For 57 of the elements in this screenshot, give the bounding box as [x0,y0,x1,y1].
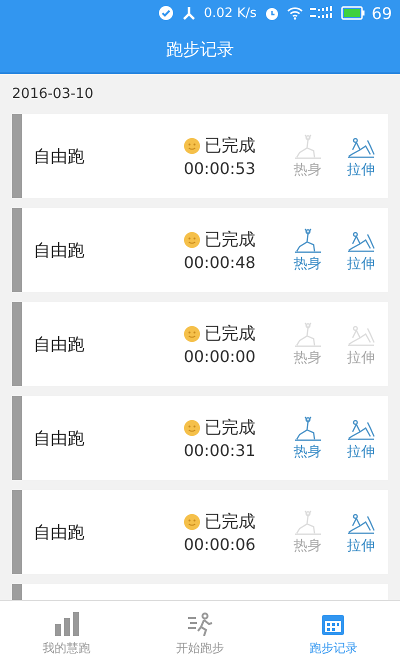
battery-level: 69 [372,4,392,22]
warmup-button[interactable]: 热身 [280,133,334,179]
record-card[interactable] [12,584,388,600]
lunge-figure-icon [294,415,322,443]
status-label: 已完成 [204,511,256,533]
run-type: 自由跑 [32,146,86,168]
warmup-button[interactable]: 热身 [280,509,334,555]
page-title: 跑步记录 [166,38,234,60]
usb-icon [180,5,197,21]
alarm-icon [264,5,280,21]
network-speed: 0.02 K/s [204,6,257,20]
check-icon [158,5,174,21]
run-type: 自由跑 [32,240,86,262]
signal-icon [310,5,334,21]
stretch-button[interactable]: 拉伸 [334,227,388,273]
bar-chart-icon [54,612,80,636]
record-card[interactable]: 自由跑 已完成 00:00:31 热身 拉伸 [12,396,388,480]
warmup-button[interactable]: 热身 [280,321,334,367]
record-card[interactable]: 自由跑 已完成 00:00:48 热身 拉伸 [12,208,388,292]
duration: 00:00:00 [184,347,256,366]
duration: 00:00:31 [184,441,256,460]
run-type: 自由跑 [32,428,86,450]
duration: 00:00:06 [184,535,256,554]
nav-tab[interactable]: 开始跑步 [133,601,267,667]
smiley-icon [184,514,200,530]
status-label: 已完成 [204,135,256,157]
nav-tab[interactable]: 跑步记录 [266,601,400,667]
nav-tab[interactable]: 我的慧跑 [0,601,134,667]
battery-icon [340,6,365,20]
smiley-icon [184,420,200,436]
running-icon [186,612,213,636]
smiley-icon [184,326,200,342]
smiley-icon [184,232,200,248]
record-card[interactable]: 自由跑 已完成 00:00:06 热身 拉伸 [12,490,388,574]
warmup-button[interactable]: 热身 [280,415,334,461]
duration: 00:00:48 [184,253,256,272]
duration: 00:00:53 [184,159,256,178]
status-label: 已完成 [204,323,256,345]
lunge-figure-icon [294,321,322,349]
stretch-button[interactable]: 拉伸 [334,133,388,179]
wifi-icon [286,5,303,21]
stretch-button[interactable]: 拉伸 [334,415,388,461]
run-type: 自由跑 [32,334,86,356]
date-label: 2016-03-10 [12,85,94,104]
lunge-figure-icon [294,133,322,161]
status-label: 已完成 [204,417,256,439]
lunge-figure-icon [294,509,322,537]
lunge-figure-icon [294,227,322,255]
stretch-button[interactable]: 拉伸 [334,321,388,367]
record-card[interactable]: 自由跑 已完成 00:00:53 热身 拉伸 [12,114,388,198]
stretch-button[interactable]: 拉伸 [334,509,388,555]
smiley-icon [184,138,200,154]
card-stripe [12,584,22,600]
status-label: 已完成 [204,229,256,251]
run-type: 自由跑 [32,522,86,544]
record-card[interactable]: 自由跑 已完成 00:00:00 热身 拉伸 [12,302,388,386]
warmup-button[interactable]: 热身 [280,227,334,273]
